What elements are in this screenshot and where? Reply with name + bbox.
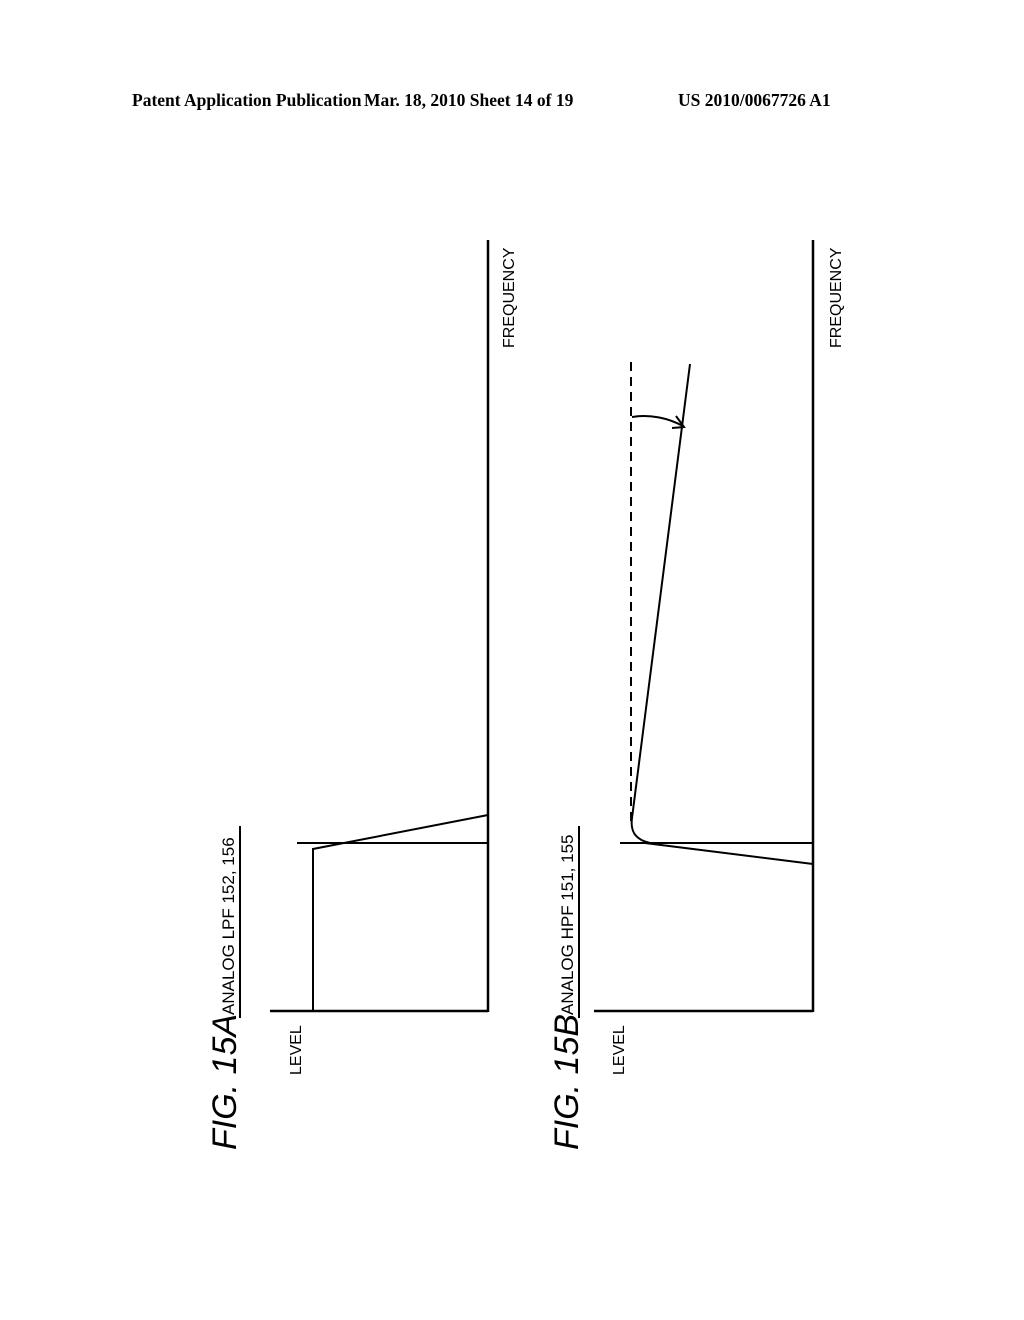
figure-15b-response-curve — [630, 363, 691, 844]
figure-15a-response-curve — [312, 814, 489, 1011]
figure-15a-frequency-label: FREQUENCY — [501, 247, 518, 348]
figure-15a-label: FIG. 15A — [206, 1014, 244, 1150]
patent-drawing: FIG. 15A ANALOG LPF 152, 156 LEVEL FREQU… — [206, 240, 845, 1150]
figure-15b-stopband-slope — [644, 842, 814, 865]
figure-15a-level-label: LEVEL — [288, 1025, 305, 1075]
figure-15a: FIG. 15A ANALOG LPF 152, 156 LEVEL FREQU… — [206, 240, 518, 1150]
figure-15b-title: ANALOG HPF 151, 155 — [558, 835, 577, 1015]
figure-15b-tilt-arrow — [631, 415, 684, 427]
figure-15b: FIG. 15B ANALOG HPF 151, 155 LEVEL FREQU… — [548, 240, 845, 1150]
figure-15b-frequency-label: FREQUENCY — [828, 247, 845, 348]
figure-15b-level-label: LEVEL — [611, 1025, 628, 1075]
figure-15a-title: ANALOG LPF 152, 156 — [219, 837, 238, 1015]
figure-15b-label: FIG. 15B — [548, 1014, 586, 1150]
